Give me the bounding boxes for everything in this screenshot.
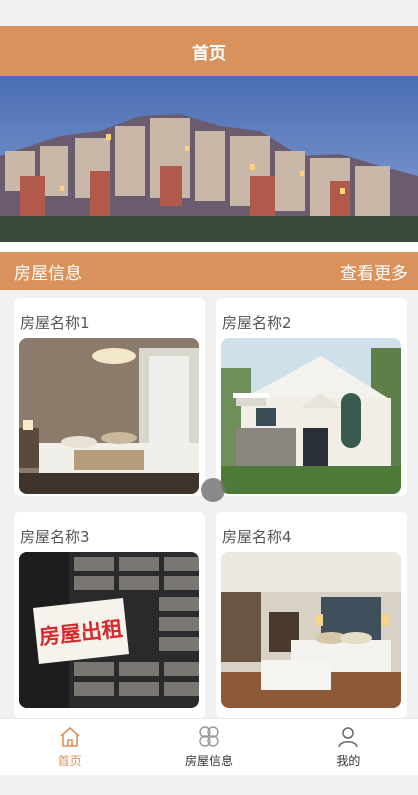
status-area [0, 0, 418, 26]
tab-profile-label: 我的 [336, 754, 361, 768]
person-icon [338, 727, 359, 748]
villa-photo [221, 338, 401, 494]
house-card-2[interactable]: 房屋名称2 [216, 298, 407, 496]
banner-image [0, 76, 418, 242]
bottom-safe-area [0, 775, 418, 795]
house-card-4[interactable]: 房屋名称4 [216, 512, 407, 718]
house-name: 房屋名称4 [222, 528, 292, 546]
house-grid: 房屋名称1 房屋名称2 房屋名称3 房屋出租 房屋名称4 [0, 290, 418, 718]
house-name: 房屋名称3 [20, 528, 90, 546]
rent-sign-photo: 房屋出租 [19, 552, 199, 708]
home-icon [60, 726, 80, 747]
house-card-3[interactable]: 房屋名称3 房屋出租 [14, 512, 205, 718]
tab-house-info[interactable]: 房屋信息 [139, 719, 278, 775]
house-section-header: 房屋信息 查看更多 [0, 252, 418, 290]
tab-home[interactable]: 首页 [0, 719, 139, 775]
tab-profile[interactable]: 我的 [279, 719, 418, 775]
house-card-1[interactable]: 房屋名称1 [14, 298, 205, 496]
tab-home-label: 首页 [57, 754, 82, 768]
tab-house-info-label: 房屋信息 [184, 754, 233, 768]
hotel-room-photo [221, 552, 401, 708]
bottom-tab-bar: 首页 房屋信息 我的 [0, 718, 418, 775]
floating-dot[interactable] [201, 478, 225, 502]
page-title: 首页 [192, 43, 226, 64]
bedroom-photo [19, 338, 199, 494]
section-title: 房屋信息 [14, 263, 82, 284]
house-name: 房屋名称1 [20, 314, 90, 332]
app-header: 首页 [0, 26, 418, 76]
clover-icon [199, 726, 219, 747]
view-more-link[interactable]: 查看更多 [340, 259, 408, 284]
banner-carousel[interactable] [0, 76, 418, 242]
house-name: 房屋名称2 [222, 314, 292, 332]
